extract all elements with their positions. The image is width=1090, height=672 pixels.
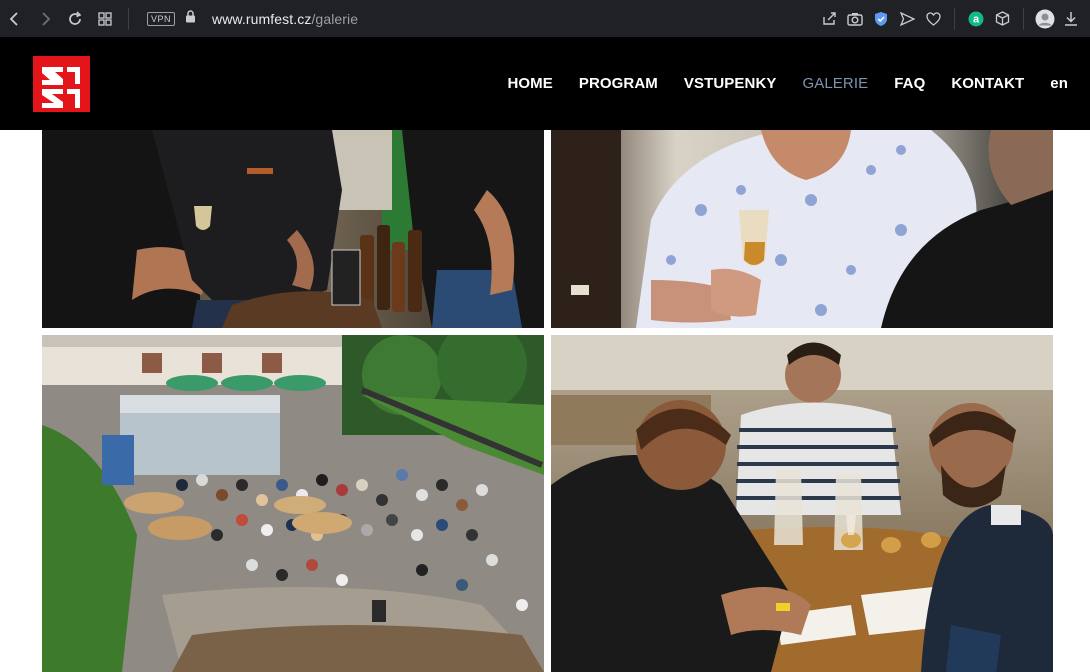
tabs-grid-icon[interactable] bbox=[90, 0, 120, 37]
gallery-photo[interactable] bbox=[42, 335, 544, 672]
back-icon[interactable] bbox=[0, 0, 30, 37]
camera-icon[interactable] bbox=[842, 0, 868, 37]
cube-icon[interactable] bbox=[989, 0, 1015, 37]
profile-avatar-icon[interactable] bbox=[1032, 0, 1058, 37]
lock-icon[interactable] bbox=[185, 9, 196, 28]
extension-a-icon[interactable]: a bbox=[963, 0, 989, 37]
vpn-badge[interactable]: VPN bbox=[147, 11, 176, 26]
shield-icon[interactable] bbox=[868, 0, 894, 37]
send-icon[interactable] bbox=[894, 0, 920, 37]
logo-mark-icon bbox=[42, 67, 80, 108]
language-switch[interactable]: en bbox=[1050, 75, 1068, 92]
nav-vstupenky[interactable]: VSTUPENKY bbox=[684, 75, 777, 92]
url-path: /galerie bbox=[311, 10, 359, 27]
toolbar-divider bbox=[128, 7, 129, 30]
nav-program[interactable]: PROGRAM bbox=[579, 75, 658, 92]
main-navigation: HOME PROGRAM VSTUPENKY GALERIE FAQ KONTA… bbox=[481, 37, 1068, 130]
gallery-photo[interactable] bbox=[42, 130, 544, 328]
nav-home[interactable]: HOME bbox=[507, 75, 552, 92]
toolbar-divider bbox=[954, 7, 955, 30]
nav-kontakt[interactable]: KONTAKT bbox=[951, 75, 1024, 92]
nav-faq[interactable]: FAQ bbox=[894, 75, 925, 92]
share-icon[interactable] bbox=[816, 0, 842, 37]
download-icon[interactable] bbox=[1058, 0, 1084, 37]
nav-galerie[interactable]: GALERIE bbox=[802, 75, 868, 92]
browser-toolbar: VPN www.rumfest.cz/galerie a bbox=[0, 0, 1090, 37]
reload-icon[interactable] bbox=[60, 0, 90, 37]
gallery-photo[interactable] bbox=[551, 335, 1053, 672]
site-header: HOME PROGRAM VSTUPENKY GALERIE FAQ KONTA… bbox=[0, 37, 1090, 130]
photo-gallery bbox=[0, 130, 1090, 672]
forward-icon[interactable] bbox=[30, 0, 60, 37]
heart-icon[interactable] bbox=[920, 0, 946, 37]
gallery-photo[interactable] bbox=[551, 130, 1053, 328]
svg-text:a: a bbox=[973, 13, 980, 25]
url-domain: www.rumfest.cz bbox=[212, 10, 312, 27]
toolbar-divider bbox=[1023, 7, 1024, 30]
address-bar[interactable]: www.rumfest.cz/galerie bbox=[212, 11, 358, 27]
toolbar-actions: a bbox=[816, 0, 1090, 37]
rumfest-logo[interactable] bbox=[33, 56, 90, 112]
